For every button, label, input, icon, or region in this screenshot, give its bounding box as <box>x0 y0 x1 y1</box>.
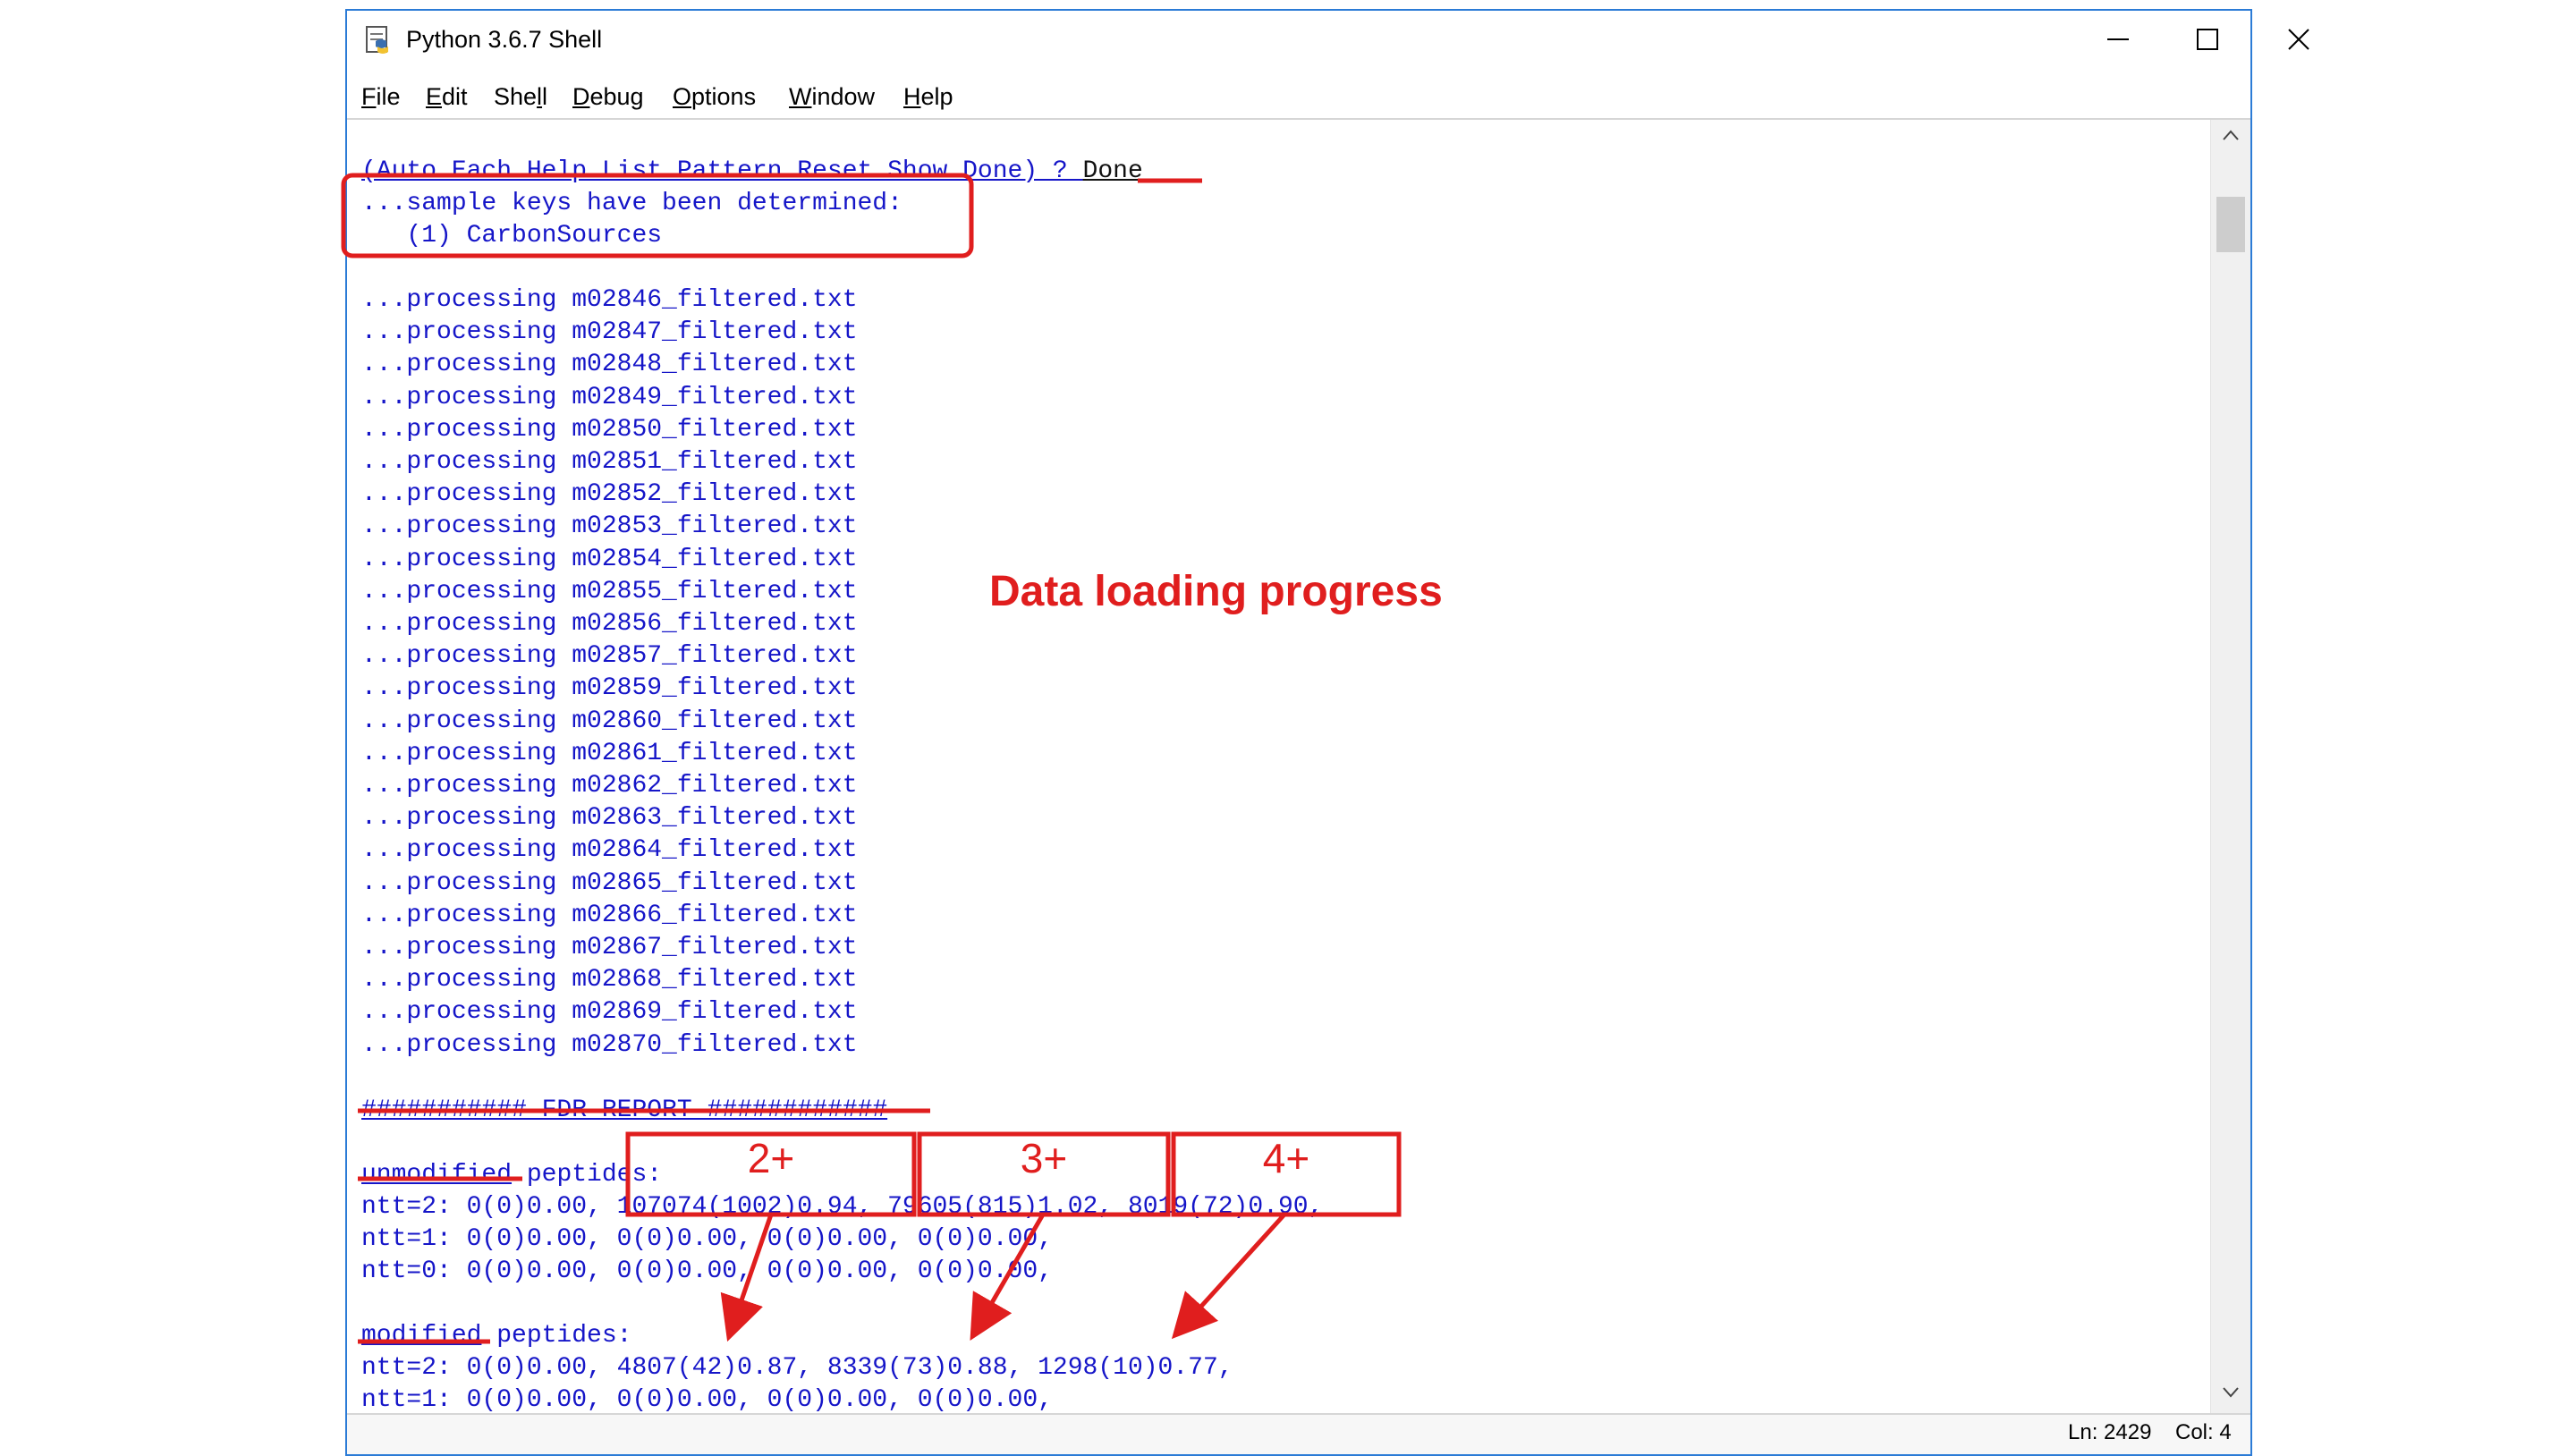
menu-options[interactable]: Options <box>673 82 756 111</box>
processing-line: ...processing m02851_filtered.txt <box>361 448 858 476</box>
fdr-report-header: ########### FDR REPORT ############ <box>361 1096 888 1124</box>
processing-line: ...processing m02848_filtered.txt <box>361 351 858 379</box>
unmodified-ntt2-line: ntt=2: 0(0)0.00, 107074(1002)0.94, 79605… <box>361 1193 1324 1221</box>
keys-item-line: (1) CarbonSources <box>361 222 663 250</box>
minimize-button[interactable] <box>2073 11 2163 68</box>
processing-line: ...processing m02849_filtered.txt <box>361 383 858 411</box>
status-bar: Ln: 2429 Col: 4 <box>347 1413 2250 1454</box>
menu-edit[interactable]: Edit <box>426 82 468 111</box>
keys-header-line: ...sample keys have been determined: <box>361 190 902 217</box>
menu-help[interactable]: Help <box>903 82 953 111</box>
status-column-number: Col: 4 <box>2175 1420 2232 1444</box>
unmodified-header: unmodified peptides: <box>361 1161 663 1189</box>
charge-3-label: 3+ <box>1020 1135 1068 1181</box>
vertical-scrollbar[interactable] <box>2210 120 2250 1418</box>
menu-file[interactable]: File <box>361 82 401 111</box>
processing-line: ...processing m02855_filtered.txt <box>361 577 858 605</box>
unmodified-ntt0-line: ntt=0: 0(0)0.00, 0(0)0.00, 0(0)0.00, 0(0… <box>361 1257 1053 1285</box>
maximize-button[interactable] <box>2163 11 2252 68</box>
unmodified-ntt1-line: ntt=1: 0(0)0.00, 0(0)0.00, 0(0)0.00, 0(0… <box>361 1225 1053 1253</box>
processing-line: ...processing m02868_filtered.txt <box>361 966 858 995</box>
processing-line: ...processing m02852_filtered.txt <box>361 480 858 509</box>
menu-debug[interactable]: Debug <box>572 82 644 111</box>
modified-header: modified peptides: <box>361 1322 632 1350</box>
processing-line: ...processing m02847_filtered.txt <box>361 318 858 347</box>
processing-line: ...processing m02865_filtered.txt <box>361 868 858 897</box>
close-icon <box>2288 29 2309 50</box>
processing-line: ...processing m02870_filtered.txt <box>361 1030 858 1059</box>
python-idle-icon <box>366 26 388 54</box>
shell-output[interactable]: (Auto Each Help List Pattern Reset Show … <box>347 120 2207 1417</box>
prompt-answer: Done <box>1082 157 1143 185</box>
processing-line: ...processing m02862_filtered.txt <box>361 772 858 800</box>
modified-ntt2-line: ntt=2: 0(0)0.00, 4807(42)0.87, 8339(73)0… <box>361 1354 1233 1382</box>
menu-window[interactable]: Window <box>789 82 875 111</box>
prompt-line: (Auto Each Help List Pattern Reset Show … <box>361 157 1143 185</box>
processing-line: ...processing m02854_filtered.txt <box>361 545 858 573</box>
processing-line: ...processing m02866_filtered.txt <box>361 901 858 929</box>
processing-line: ...processing m02869_filtered.txt <box>361 998 858 1027</box>
processing-line: ...processing m02861_filtered.txt <box>361 739 858 767</box>
title-bar[interactable]: Python 3.6.7 Shell <box>347 11 2309 68</box>
processing-line: ...processing m02856_filtered.txt <box>361 610 858 638</box>
close-button[interactable] <box>2254 11 2343 68</box>
idle-shell-window: Python 3.6.7 Shell File Edit Shell Debug… <box>345 9 2309 1456</box>
status-line-number: Ln: 2429 <box>2068 1420 2152 1444</box>
processing-line: ...processing m02863_filtered.txt <box>361 804 858 833</box>
scroll-down-icon[interactable] <box>2222 1386 2240 1399</box>
charge-4-label: 4+ <box>1262 1135 1310 1181</box>
processing-line: ...processing m02860_filtered.txt <box>361 707 858 735</box>
menu-bar: File Edit Shell Debug Options Window Hel… <box>347 70 2250 120</box>
menu-shell[interactable]: Shell <box>494 82 547 111</box>
scroll-thumb[interactable] <box>2216 197 2245 252</box>
processing-line: ...processing m02859_filtered.txt <box>361 674 858 703</box>
modified-ntt1-line: ntt=1: 0(0)0.00, 0(0)0.00, 0(0)0.00, 0(0… <box>361 1386 1053 1414</box>
processing-line: ...processing m02850_filtered.txt <box>361 415 858 444</box>
processing-line: ...processing m02864_filtered.txt <box>361 836 858 865</box>
window-title: Python 3.6.7 Shell <box>406 26 603 53</box>
maximize-icon <box>2197 29 2218 50</box>
data-loading-progress-label: Data loading progress <box>989 568 1443 615</box>
minimize-icon <box>2107 38 2129 40</box>
processing-line: ...processing m02867_filtered.txt <box>361 934 858 961</box>
processing-line: ...processing m02857_filtered.txt <box>361 642 858 671</box>
processing-line: ...processing m02846_filtered.txt <box>361 286 858 314</box>
processing-line: ...processing m02853_filtered.txt <box>361 512 858 541</box>
scroll-up-icon[interactable] <box>2222 129 2240 141</box>
charge-2-label: 2+ <box>747 1135 795 1181</box>
